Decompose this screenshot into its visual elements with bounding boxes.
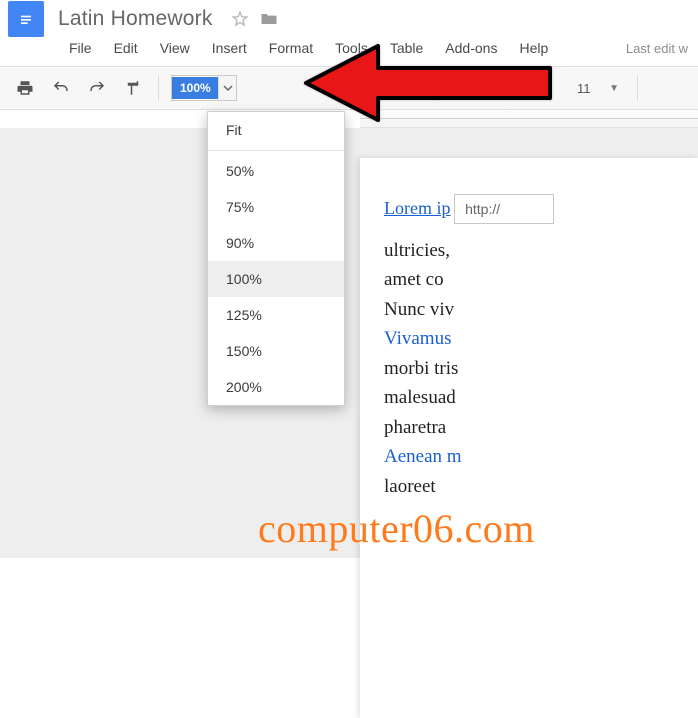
zoom-dropdown: Fit 50% 75% 90% 100% 125% 150% 200% xyxy=(207,111,345,406)
watermark-text: computer06.com xyxy=(258,505,535,552)
zoom-option[interactable]: 150% xyxy=(208,333,344,369)
menu-insert[interactable]: Insert xyxy=(201,36,258,60)
zoom-select[interactable]: 100% xyxy=(171,75,237,101)
chevron-down-icon: ▼ xyxy=(522,83,532,94)
text-line: laoreet xyxy=(384,476,436,497)
chevron-down-icon: ▼ xyxy=(405,83,415,94)
hyperlink-text[interactable]: Lorem ip xyxy=(384,198,450,218)
redo-button[interactable] xyxy=(82,73,112,103)
chevron-down-icon: ▼ xyxy=(609,83,619,94)
menu-help[interactable]: Help xyxy=(508,36,559,60)
print-button[interactable] xyxy=(10,73,40,103)
paragraph-style-select[interactable]: text ▼ xyxy=(313,75,423,101)
zoom-option[interactable]: 125% xyxy=(208,297,344,333)
toolbar-separator xyxy=(550,75,551,101)
toolbar-separator xyxy=(158,75,159,101)
text-line: amet co xyxy=(384,269,444,290)
docs-app-icon[interactable] xyxy=(8,1,44,37)
zoom-option[interactable]: 50% xyxy=(208,153,344,189)
zoom-value[interactable]: 100% xyxy=(172,77,218,99)
menu-addons[interactable]: Add-ons xyxy=(434,36,508,60)
zoom-option[interactable]: 100% xyxy=(208,261,344,297)
menubar: File Edit View Insert Format Tools Table… xyxy=(0,36,698,66)
text-line: Nunc viv xyxy=(384,299,454,320)
menu-edit[interactable]: Edit xyxy=(103,36,149,60)
paragraph-style-label: text xyxy=(323,81,344,96)
text-line: pharetra xyxy=(384,417,446,438)
last-edit-label[interactable]: Last edit w xyxy=(626,41,690,56)
ruler[interactable] xyxy=(360,110,698,128)
zoom-option[interactable]: 75% xyxy=(208,189,344,225)
text-line: Aenean m xyxy=(384,446,462,467)
text-line: ultricies, xyxy=(384,240,450,261)
text-line: malesuad xyxy=(384,387,456,408)
chevron-down-icon[interactable] xyxy=(218,76,236,100)
font-label: Arial xyxy=(460,81,486,96)
document-page[interactable]: Lorem ip http:// ultricies, amet co Nunc… xyxy=(360,158,698,718)
menu-table[interactable]: Table xyxy=(379,36,434,60)
text-line: morbi tris xyxy=(384,358,458,379)
menu-file[interactable]: File xyxy=(58,36,103,60)
zoom-option[interactable]: 90% xyxy=(208,225,344,261)
font-size-label: 11 xyxy=(577,81,591,96)
zoom-option-fit[interactable]: Fit xyxy=(208,112,344,148)
zoom-option[interactable]: 200% xyxy=(208,369,344,405)
toolbar-separator xyxy=(637,75,638,101)
font-select[interactable]: Arial ▼ xyxy=(450,75,540,101)
menu-view[interactable]: View xyxy=(149,36,201,60)
toolbar-separator xyxy=(433,75,434,101)
url-input[interactable]: http:// xyxy=(454,194,554,224)
workspace: Lorem ip http:// ultricies, amet co Nunc… xyxy=(0,128,698,558)
menu-tools[interactable]: Tools xyxy=(324,36,379,60)
text-line: Vivamus xyxy=(384,328,451,349)
undo-button[interactable] xyxy=(46,73,76,103)
document-title[interactable]: Latin Homework xyxy=(58,7,213,31)
font-size-select[interactable]: 11 ▼ xyxy=(567,75,627,101)
toolbar: 100% text ▼ Arial ▼ 11 ▼ xyxy=(0,66,698,110)
star-icon[interactable] xyxy=(231,9,251,29)
dropdown-divider xyxy=(208,150,344,151)
menu-format[interactable]: Format xyxy=(258,36,324,60)
folder-icon[interactable] xyxy=(259,9,279,29)
paint-format-button[interactable] xyxy=(118,73,148,103)
document-body[interactable]: ultricies, amet co Nunc viv Vivamus morb… xyxy=(384,236,674,501)
